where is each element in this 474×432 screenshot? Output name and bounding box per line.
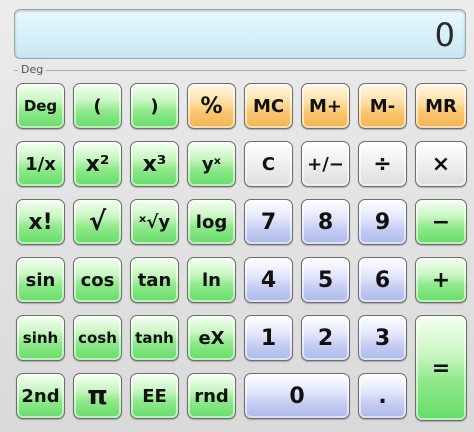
calculator-display: 0 [14,9,466,59]
memory-subtract-button[interactable]: M- [358,83,407,129]
equals-button[interactable]: = [415,315,467,421]
sinh-button[interactable]: sinh [16,315,65,361]
display-value: 0 [434,16,455,54]
digit-6-button[interactable]: 6 [358,257,407,303]
decimal-point-button[interactable]: . [358,373,407,419]
factorial-button[interactable]: x! [16,199,65,245]
open-paren-button[interactable]: ( [73,83,122,129]
close-paren-button[interactable]: ) [130,83,179,129]
cosh-button[interactable]: cosh [73,315,122,361]
sign-toggle-button[interactable]: +/− [301,141,350,187]
cos-button[interactable]: cos [73,257,122,303]
digit-3-button[interactable]: 3 [358,315,407,361]
square-button[interactable]: x² [73,141,122,187]
square-root-button[interactable]: √ [73,199,122,245]
exponent-entry-button[interactable]: EE [130,373,179,419]
exp-button[interactable]: eX [187,315,236,361]
clear-button[interactable]: C [244,141,293,187]
digit-7-button[interactable]: 7 [244,199,293,245]
random-button[interactable]: rnd [187,373,236,419]
deg-button[interactable]: Deg [16,83,65,129]
digit-4-button[interactable]: 4 [244,257,293,303]
digit-1-button[interactable]: 1 [244,315,293,361]
log-button[interactable]: log [187,199,236,245]
memory-add-button[interactable]: M+ [301,83,350,129]
xth-root-button[interactable]: ˣ√y [130,199,179,245]
pi-button[interactable]: π [73,373,122,419]
percent-button[interactable]: % [187,83,236,129]
digit-9-button[interactable]: 9 [358,199,407,245]
divide-button[interactable]: ÷ [358,141,407,187]
digit-0-button[interactable]: 0 [244,373,350,419]
subtract-button[interactable]: − [415,199,467,245]
mode-divider [14,70,466,71]
angle-mode-label: Deg [18,63,47,76]
sin-button[interactable]: sin [16,257,65,303]
digit-2-button[interactable]: 2 [301,315,350,361]
ln-button[interactable]: ln [187,257,236,303]
memory-clear-button[interactable]: MC [244,83,293,129]
digit-8-button[interactable]: 8 [301,199,350,245]
digit-5-button[interactable]: 5 [301,257,350,303]
reciprocal-button[interactable]: 1/x [16,141,65,187]
memory-recall-button[interactable]: MR [415,83,467,129]
multiply-button[interactable]: × [415,141,467,187]
cube-button[interactable]: x³ [130,141,179,187]
power-button[interactable]: yˣ [187,141,236,187]
tanh-button[interactable]: tanh [130,315,179,361]
tan-button[interactable]: tan [130,257,179,303]
second-function-button[interactable]: 2nd [16,373,65,419]
add-button[interactable]: + [415,257,467,303]
